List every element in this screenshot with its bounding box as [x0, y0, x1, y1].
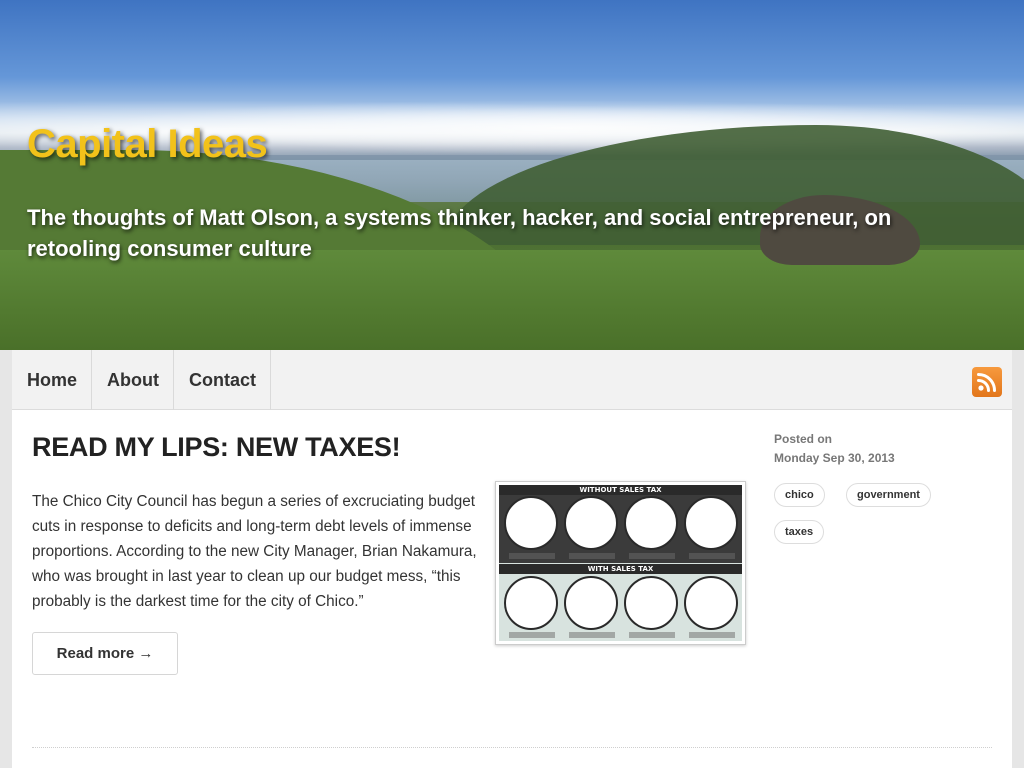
bench-icon	[564, 496, 618, 550]
trees-icon	[624, 496, 678, 550]
rss-feed-icon[interactable]	[972, 367, 1002, 397]
tag-taxes[interactable]: taxes	[774, 520, 825, 544]
nav-item-home[interactable]: Home	[12, 350, 92, 410]
phone-icon	[504, 496, 558, 550]
infographic-caption	[569, 632, 615, 638]
nav-item-contact[interactable]: Contact	[174, 350, 271, 410]
car-icon	[684, 496, 738, 550]
post-infographic[interactable]: WITHOUT SALES TAX WITH SALES TAX	[495, 481, 746, 645]
infographic-caption	[689, 632, 735, 638]
infographic-caption	[569, 553, 615, 559]
banner-field	[0, 250, 1024, 350]
post-excerpt: The Chico City Council has begun a serie…	[32, 493, 477, 610]
police-officer-icon	[564, 576, 618, 630]
infographic-bottom-label: WITH SALES TAX	[499, 564, 742, 574]
infographic-caption	[629, 553, 675, 559]
car-icon	[684, 576, 738, 630]
read-more-button[interactable]: Read more →	[32, 632, 178, 675]
nav-item-about[interactable]: About	[92, 350, 174, 410]
trees-road-icon	[624, 576, 678, 630]
infographic-caption	[629, 632, 675, 638]
tag-chico[interactable]: chico	[774, 483, 825, 507]
infographic-caption	[509, 553, 555, 559]
infographic-caption	[509, 632, 555, 638]
firetruck-icon	[504, 576, 558, 630]
tag-government[interactable]: government	[846, 483, 931, 507]
infographic-top-label: WITHOUT SALES TAX	[499, 485, 742, 495]
post-date[interactable]: Monday Sep 30, 2013	[774, 451, 895, 465]
post-divider	[32, 747, 992, 748]
infographic-image: WITHOUT SALES TAX WITH SALES TAX	[499, 485, 742, 641]
infographic-caption	[689, 553, 735, 559]
content-area: READ MY LIPS: NEW TAXES! The Chico City …	[12, 410, 1012, 768]
site-tagline: The thoughts of Matt Olson, a systems th…	[27, 205, 892, 261]
posted-on-label: Posted on	[774, 432, 833, 446]
post-title[interactable]: READ MY LIPS: NEW TAXES!	[32, 432, 401, 463]
site-title[interactable]: Capital Ideas	[27, 122, 268, 167]
main-nav: Home About Contact	[12, 350, 1012, 410]
header-banner: Capital Ideas The thoughts of Matt Olson…	[0, 0, 1024, 350]
